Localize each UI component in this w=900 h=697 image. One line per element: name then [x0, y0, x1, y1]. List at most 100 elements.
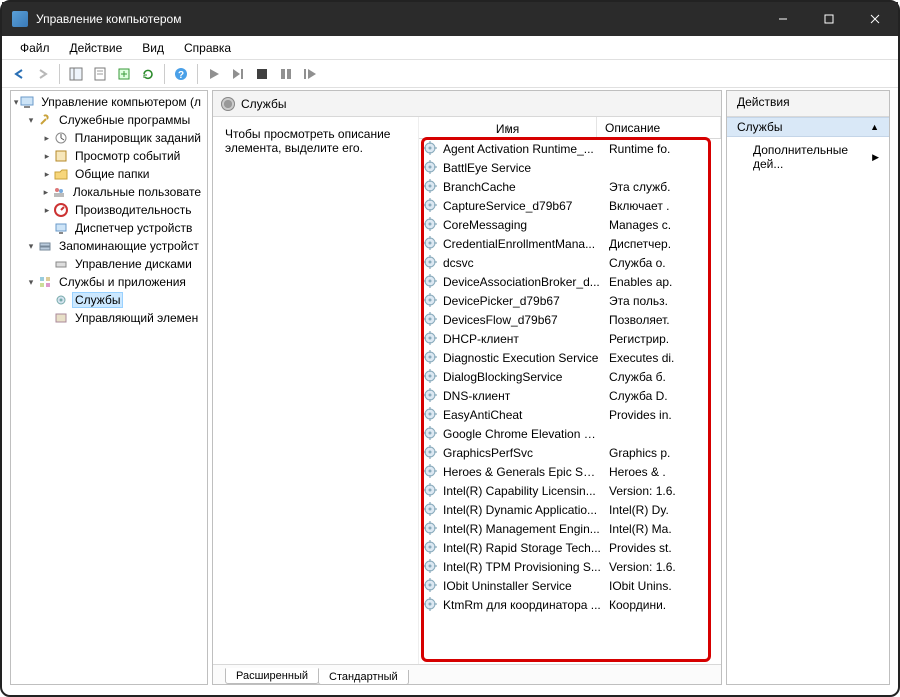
service-row[interactable]: Intel(R) TPM Provisioning S...Version: 1… — [419, 557, 721, 576]
tab-extended[interactable]: Расширенный — [225, 668, 319, 684]
service-row[interactable]: DialogBlockingServiceСлужба б. — [419, 367, 721, 386]
tree-panel[interactable]: ▾ Управление компьютером (л ▾ Служебные … — [10, 90, 208, 685]
service-row[interactable]: Intel(R) Rapid Storage Tech...Provides s… — [419, 538, 721, 557]
refresh-button[interactable] — [137, 63, 159, 85]
gear-icon — [423, 540, 439, 556]
collapse-icon[interactable]: ▾ — [25, 115, 37, 126]
service-desc: Intel(R) Ma. — [601, 522, 721, 536]
properties-button[interactable] — [89, 63, 111, 85]
column-desc-label: Описание — [605, 121, 660, 135]
tab-standard[interactable]: Стандартный — [318, 670, 409, 685]
tree-localusers[interactable]: ▸Локальные пользовате — [11, 183, 207, 201]
service-row[interactable]: BattlEye Service — [419, 158, 721, 177]
tree-svcapps[interactable]: ▾ Службы и приложения — [11, 273, 207, 291]
service-row[interactable]: dcsvcСлужба о. — [419, 253, 721, 272]
actions-group[interactable]: Службы ▲ — [727, 117, 889, 137]
tree-devmgr[interactable]: Диспетчер устройств — [11, 219, 207, 237]
list-headers: ∧Имя Описание — [419, 117, 721, 139]
menu-view[interactable]: Вид — [132, 41, 174, 55]
service-list[interactable]: ∧Имя Описание Agent Activation Runtime_.… — [419, 117, 721, 664]
tree-wmi[interactable]: Управляющий элемен — [11, 309, 207, 327]
service-row[interactable]: Intel(R) Management Engin...Intel(R) Ma. — [419, 519, 721, 538]
service-row[interactable]: Google Chrome Elevation S... — [419, 424, 721, 443]
titlebar: Управление компьютером — [2, 2, 898, 36]
gear-icon — [423, 160, 439, 176]
back-button[interactable] — [8, 63, 30, 85]
maximize-icon — [824, 14, 834, 24]
service-row[interactable]: DNS-клиентСлужба D. — [419, 386, 721, 405]
service-name: DHCP-клиент — [443, 332, 601, 346]
folder-share-icon — [53, 166, 69, 182]
expand-icon[interactable]: ▸ — [41, 151, 53, 162]
service-row[interactable]: Intel(R) Dynamic Applicatio...Intel(R) D… — [419, 500, 721, 519]
restart-button[interactable] — [299, 63, 321, 85]
center-panel: Службы Чтобы просмотреть описание элемен… — [212, 90, 722, 685]
service-row[interactable]: Diagnostic Execution ServiceExecutes di. — [419, 348, 721, 367]
close-icon — [870, 14, 880, 24]
gear-icon — [423, 521, 439, 537]
help-button[interactable]: ? — [170, 63, 192, 85]
pause-button[interactable] — [275, 63, 297, 85]
gear-icon — [53, 292, 69, 308]
expand-icon[interactable]: ▸ — [41, 169, 53, 180]
service-row[interactable]: Agent Activation Runtime_...Runtime fo. — [419, 139, 721, 158]
tree-label: Службы и приложения — [57, 275, 188, 289]
forward-button[interactable] — [32, 63, 54, 85]
expand-icon[interactable]: ▸ — [41, 133, 53, 144]
service-row[interactable]: DeviceAssociationBroker_d...Enables ap. — [419, 272, 721, 291]
actions-more[interactable]: Дополнительные дей... ▶ — [727, 137, 889, 177]
show-hide-tree-button[interactable] — [65, 63, 87, 85]
expand-icon[interactable]: ▸ — [41, 205, 53, 216]
gear-icon — [423, 369, 439, 385]
gear-icon — [423, 464, 439, 480]
export-button[interactable] — [113, 63, 135, 85]
service-row[interactable]: EasyAntiCheatProvides in. — [419, 405, 721, 424]
service-desc: Диспетчер. — [601, 237, 721, 251]
tree-label: Просмотр событий — [73, 149, 182, 163]
start-button[interactable] — [203, 63, 225, 85]
tree-utilities[interactable]: ▾ Служебные программы — [11, 111, 207, 129]
service-row[interactable]: GraphicsPerfSvcGraphics p. — [419, 443, 721, 462]
clock-icon — [53, 130, 69, 146]
service-row[interactable]: CredentialEnrollmentMana...Диспетчер. — [419, 234, 721, 253]
column-description[interactable]: Описание — [597, 117, 721, 138]
service-name: CoreMessaging — [443, 218, 601, 232]
tree-root[interactable]: ▾ Управление компьютером (л — [11, 93, 207, 111]
arrow-right-icon — [36, 67, 50, 81]
service-row[interactable]: IObit Uninstaller ServiceIObit Unins. — [419, 576, 721, 595]
tree-diskmgmt[interactable]: Управление дисками — [11, 255, 207, 273]
menu-file[interactable]: Файл — [10, 41, 60, 55]
menu-action[interactable]: Действие — [60, 41, 133, 55]
service-row[interactable]: KtmRm для координатора ...Координи. — [419, 595, 721, 614]
refresh-icon — [141, 67, 155, 81]
tree-eventviewer[interactable]: ▸ Просмотр событий — [11, 147, 207, 165]
step-button[interactable] — [227, 63, 249, 85]
maximize-button[interactable] — [806, 2, 852, 36]
service-row[interactable]: Heroes & Generals Epic Ser...Heroes & . — [419, 462, 721, 481]
collapse-icon[interactable]: ▾ — [25, 277, 37, 288]
service-row[interactable]: BranchCacheЭта служб. — [419, 177, 721, 196]
tree-label: Общие папки — [73, 167, 151, 181]
tree-shared[interactable]: ▸ Общие папки — [11, 165, 207, 183]
service-row[interactable]: DevicePicker_d79b67Эта польз. — [419, 291, 721, 310]
service-row[interactable]: CaptureService_d79b67Включает . — [419, 196, 721, 215]
collapse-icon[interactable]: ▾ — [25, 241, 37, 252]
tree-scheduler[interactable]: ▸Планировщик заданий — [11, 129, 207, 147]
expand-icon[interactable]: ▸ — [41, 187, 51, 198]
service-row[interactable]: Intel(R) Capability Licensin...Version: … — [419, 481, 721, 500]
service-row[interactable]: DHCP-клиентРегистрир. — [419, 329, 721, 348]
gear-icon — [423, 331, 439, 347]
tree-storage[interactable]: ▾Запоминающие устройст — [11, 237, 207, 255]
tree-performance[interactable]: ▸Производительность — [11, 201, 207, 219]
service-name: DNS-клиент — [443, 389, 601, 403]
close-button[interactable] — [852, 2, 898, 36]
tree-services[interactable]: Службы — [11, 291, 207, 309]
minimize-button[interactable] — [760, 2, 806, 36]
menu-help[interactable]: Справка — [174, 41, 241, 55]
service-row[interactable]: DevicesFlow_d79b67Позволяет. — [419, 310, 721, 329]
service-row[interactable]: CoreMessagingManages c. — [419, 215, 721, 234]
stop-button[interactable] — [251, 63, 273, 85]
service-desc: Служба D. — [601, 389, 721, 403]
column-name[interactable]: ∧Имя — [419, 117, 597, 138]
gear-icon — [221, 97, 235, 111]
